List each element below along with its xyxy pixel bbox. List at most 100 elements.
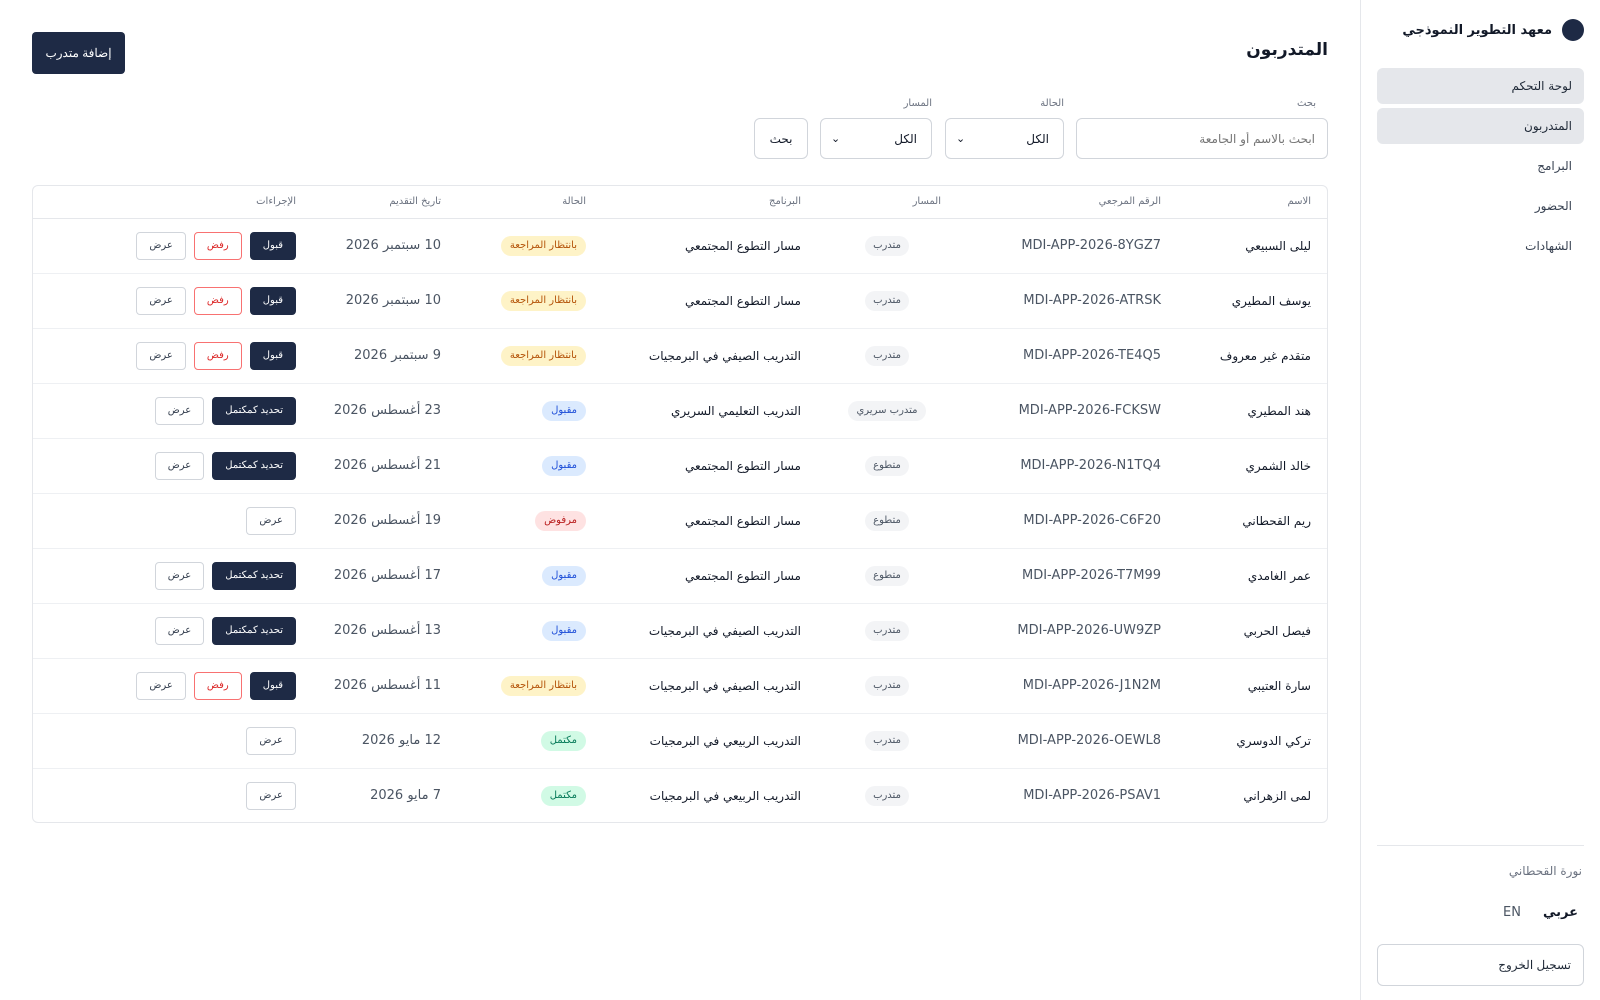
track-select[interactable]: الكل ⌄ <box>820 118 932 159</box>
row-actions: عرض تحديد كمكتمل <box>47 396 296 425</box>
cell-name: تركي الدوسري <box>1236 733 1311 748</box>
cell-date: 19 أغسطس 2026 <box>333 513 441 528</box>
row-actions: عرض رفض قبول <box>47 671 296 700</box>
table-row: خالد الشمري MDI-APP-2026-N1TQ4 متطوع مسار ا… <box>33 438 1327 493</box>
lang-arabic-link[interactable]: عربي <box>1543 905 1578 920</box>
header-ref: الرقم المرجعي <box>957 186 1177 219</box>
cell-track: متدرب <box>817 603 957 658</box>
cell-status: مكتمل <box>457 768 602 822</box>
cell-date: 13 أغسطس 2026 <box>333 623 441 638</box>
header-date: تاريخ التقديم <box>312 186 457 219</box>
track-chip: متدرب <box>865 290 909 311</box>
mark-complete-button[interactable]: تحديد كمكتمل <box>212 561 296 590</box>
track-chip: متدرب سريري <box>848 400 926 421</box>
accept-button[interactable]: قبول <box>249 231 296 260</box>
reject-button[interactable]: رفض <box>193 341 242 370</box>
sidebar-item-dashboard[interactable]: لوحة التحكم <box>1377 68 1584 104</box>
cell-date: 7 مايو 2026 <box>370 788 441 804</box>
cell-name: عمر الغامدي <box>1247 568 1311 583</box>
view-button[interactable]: عرض <box>154 396 205 425</box>
brand-logo-icon <box>1562 19 1584 41</box>
track-chip: متطوع <box>865 565 909 586</box>
accept-button[interactable]: قبول <box>249 341 296 370</box>
table-row: فيصل الحربي MDI-APP-2026-UW9ZP متدرب التدري… <box>33 603 1327 658</box>
header-actions: الإجراءات <box>33 186 312 219</box>
search-input[interactable] <box>1076 118 1328 159</box>
cell-actions: عرض تحديد كمكتمل <box>33 548 312 603</box>
row-actions: عرض <box>47 781 296 810</box>
status-badge: بانتظار المراجعة <box>500 345 586 366</box>
lang-english-link[interactable]: EN <box>1503 905 1521 920</box>
sidebar-item-attendance[interactable]: الحضور <box>1377 188 1584 224</box>
status-badge: مرفوض <box>535 510 586 531</box>
view-button[interactable]: عرض <box>246 506 296 535</box>
status-badge: بانتظار المراجعة <box>500 675 586 696</box>
track-chip: متدرب <box>865 235 909 256</box>
table-header-row: الاسم الرقم المرجعي المسار البرنامج الحا… <box>33 186 1327 219</box>
accept-button[interactable]: قبول <box>249 671 296 700</box>
status-filter-label: الحالة <box>1040 98 1064 109</box>
cell-program: التدريب الصيفي في البرمجيات <box>648 678 801 693</box>
reject-button[interactable]: رفض <box>193 231 242 260</box>
reject-button[interactable]: رفض <box>193 671 242 700</box>
table-row: يوسف المطيري MDI-APP-2026-ATRSK متدرب مسار … <box>33 273 1327 328</box>
cell-status: مرفوض <box>457 493 602 548</box>
mark-complete-button[interactable]: تحديد كمكتمل <box>212 451 296 480</box>
track-chip: متدرب <box>865 675 909 696</box>
search-button[interactable]: بحث <box>754 118 808 159</box>
cell-track: متدرب <box>817 328 957 383</box>
sidebar-item-trainees[interactable]: المتدربون <box>1377 108 1584 144</box>
cell-program: التدريب الربيعي في البرمجيات <box>649 788 801 803</box>
view-button[interactable]: عرض <box>154 616 205 645</box>
cell-track: متدرب <box>817 713 957 768</box>
logout-button[interactable]: تسجيل الخروج <box>1377 944 1584 986</box>
cell-track: متطوع <box>817 438 957 493</box>
cell-status: بانتظار المراجعة <box>457 273 602 328</box>
sidebar-item-programs[interactable]: البرامج <box>1377 148 1584 184</box>
row-actions: عرض رفض قبول <box>47 286 296 315</box>
header-name: الاسم <box>1177 186 1327 219</box>
cell-ref: MDI-APP-2026-N1TQ4 <box>1020 458 1161 473</box>
cell-ref: MDI-APP-2026-T7M99 <box>1022 568 1161 583</box>
cell-program: مسار التطوع المجتمعي <box>684 458 801 473</box>
cell-date: 12 مايو 2026 <box>361 733 441 748</box>
sidebar-footer: نورة القحطاني عربي EN تسجيل الخروج <box>1377 845 1584 986</box>
row-actions: عرض تحديد كمكتمل <box>47 561 296 590</box>
add-trainee-button[interactable]: إضافة متدرب <box>32 32 125 74</box>
table-row: تركي الدوسري MDI-APP-2026-OEWL8 متدرب التدر… <box>33 713 1327 768</box>
cell-ref: MDI-APP-2026-UW9ZP <box>1017 623 1161 638</box>
cell-ref: MDI-APP-2026-ATRSK <box>1023 293 1161 308</box>
status-select[interactable]: الكل ⌄ <box>945 118 1064 159</box>
cell-actions: عرض تحديد كمكتمل <box>33 603 312 658</box>
status-badge: مقبول <box>542 455 586 476</box>
view-button[interactable]: عرض <box>246 781 296 810</box>
cell-status: بانتظار المراجعة <box>457 218 602 273</box>
table-row: هند المطيري MDI-APP-2026-FCKSW متدرب سريري… <box>33 383 1327 438</box>
cell-program: التدريب الصيفي في البرمجيات <box>648 348 801 363</box>
accept-button[interactable]: قبول <box>249 286 296 315</box>
view-button[interactable]: عرض <box>136 671 186 700</box>
view-button[interactable]: عرض <box>246 726 296 755</box>
chevron-down-icon: ⌄ <box>956 132 966 145</box>
cell-track: متدرب <box>817 218 957 273</box>
cell-status: مقبول <box>457 603 602 658</box>
cell-ref: MDI-APP-2026-OEWL8 <box>1017 733 1161 748</box>
row-actions: عرض رفض قبول <box>47 231 296 260</box>
status-badge: مكتمل <box>540 785 586 806</box>
view-button[interactable]: عرض <box>136 286 186 315</box>
view-button[interactable]: عرض <box>136 231 186 260</box>
cell-ref: MDI-APP-2026-C6F20 <box>1023 513 1161 528</box>
cell-date: 17 أغسطس 2026 <box>333 568 441 583</box>
track-chip: متطوع <box>865 455 909 476</box>
user-name: نورة القحطاني <box>1508 864 1582 878</box>
view-button[interactable]: عرض <box>136 341 186 370</box>
view-button[interactable]: عرض <box>154 561 205 590</box>
view-button[interactable]: عرض <box>154 451 205 480</box>
cell-status: مكتمل <box>457 713 602 768</box>
sidebar-item-certificates[interactable]: الشهادات <box>1377 228 1584 264</box>
row-actions: عرض رفض قبول <box>47 341 296 370</box>
mark-complete-button[interactable]: تحديد كمكتمل <box>212 396 296 425</box>
reject-button[interactable]: رفض <box>193 286 242 315</box>
cell-ref: MDI-APP-2026-FCKSW <box>1018 403 1161 418</box>
mark-complete-button[interactable]: تحديد كمكتمل <box>212 616 296 645</box>
